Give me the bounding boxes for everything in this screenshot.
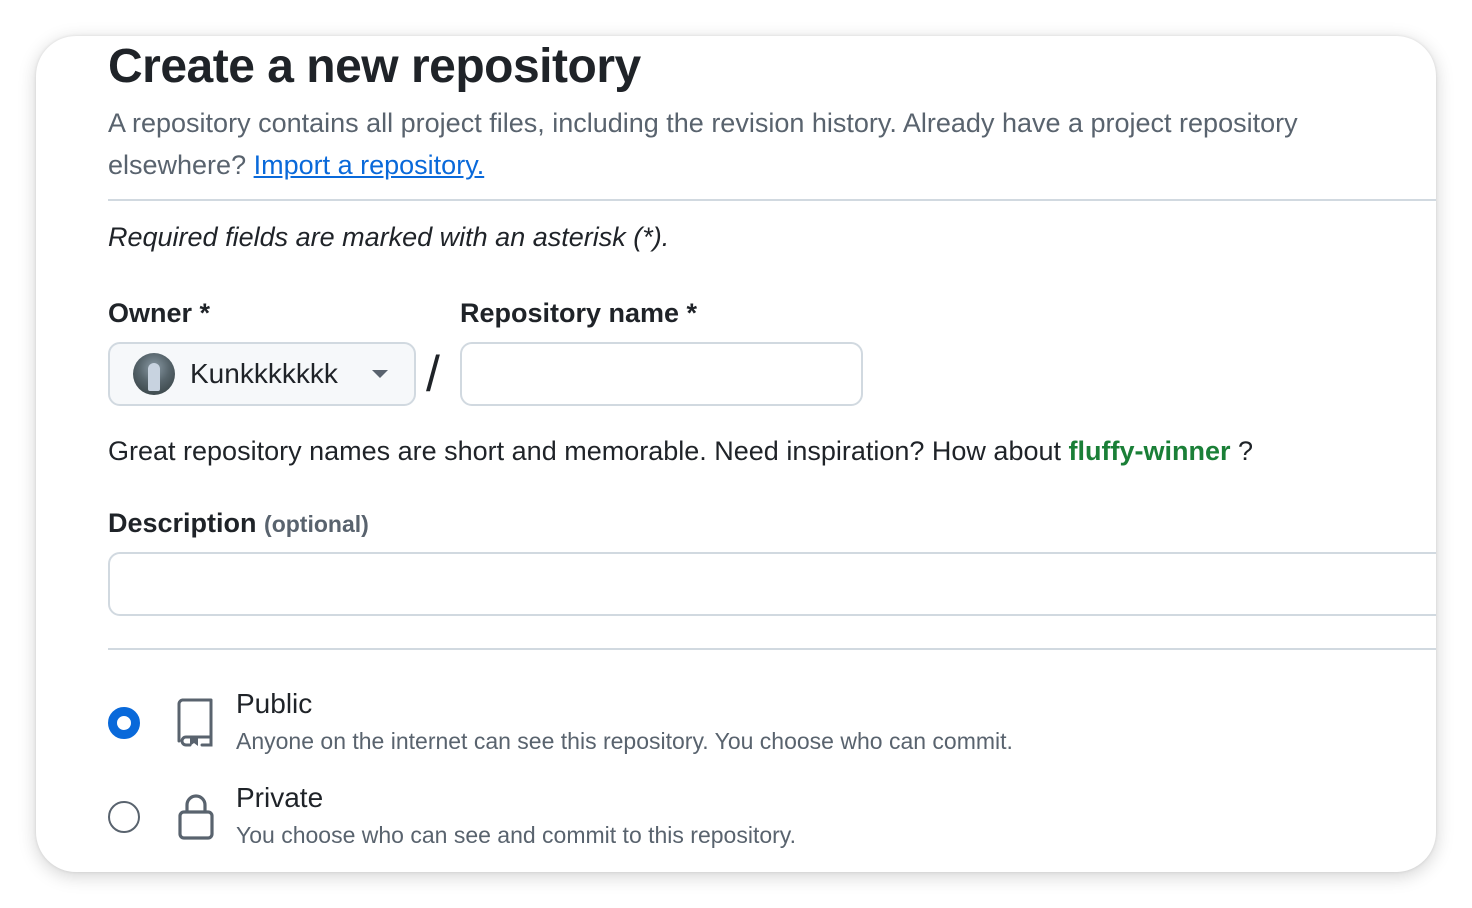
private-description: You choose who can see and commit to thi… [236,822,796,848]
lock-icon [178,794,214,840]
name-suggestion-hint: Great repository names are short and mem… [108,436,1253,467]
owner-name: Kunkkkkkkk [190,358,338,389]
public-description: Anyone on the internet can see this repo… [236,728,1013,754]
header-divider [108,199,1436,201]
page-title: Create a new repository [108,40,641,93]
public-radio[interactable] [108,707,140,739]
caret-down-icon [372,370,388,378]
visibility-divider [108,648,1436,650]
owner-avatar [133,353,175,395]
description-input[interactable] [108,552,1436,616]
dialog-card: Create a new repository A repository con… [36,36,1436,872]
page-subtitle: A repository contains all project files,… [108,102,1418,186]
hint-suffix: ? [1238,436,1254,466]
optional-tag: (optional) [264,511,369,537]
import-repository-link[interactable]: Import a repository. [254,150,485,180]
form-content: Create a new repository A repository con… [108,36,1436,872]
required-fields-note: Required fields are marked with an aster… [108,222,670,252]
description-label: Description (optional) [108,508,369,539]
hint-text: Great repository names are short and mem… [108,436,1061,466]
repository-name-label: Repository name * [460,298,698,328]
repo-icon [177,698,213,747]
suggested-name-link[interactable]: fluffy-winner [1069,436,1231,466]
owner-repo-separator: / [426,346,440,402]
owner-dropdown[interactable]: Kunkkkkkkk [108,342,416,406]
description-label-text: Description [108,508,257,538]
owner-label: Owner * [108,298,211,328]
repository-name-input[interactable] [460,342,863,406]
private-radio[interactable] [108,801,140,833]
private-title: Private [236,782,324,813]
public-title: Public [236,688,313,719]
